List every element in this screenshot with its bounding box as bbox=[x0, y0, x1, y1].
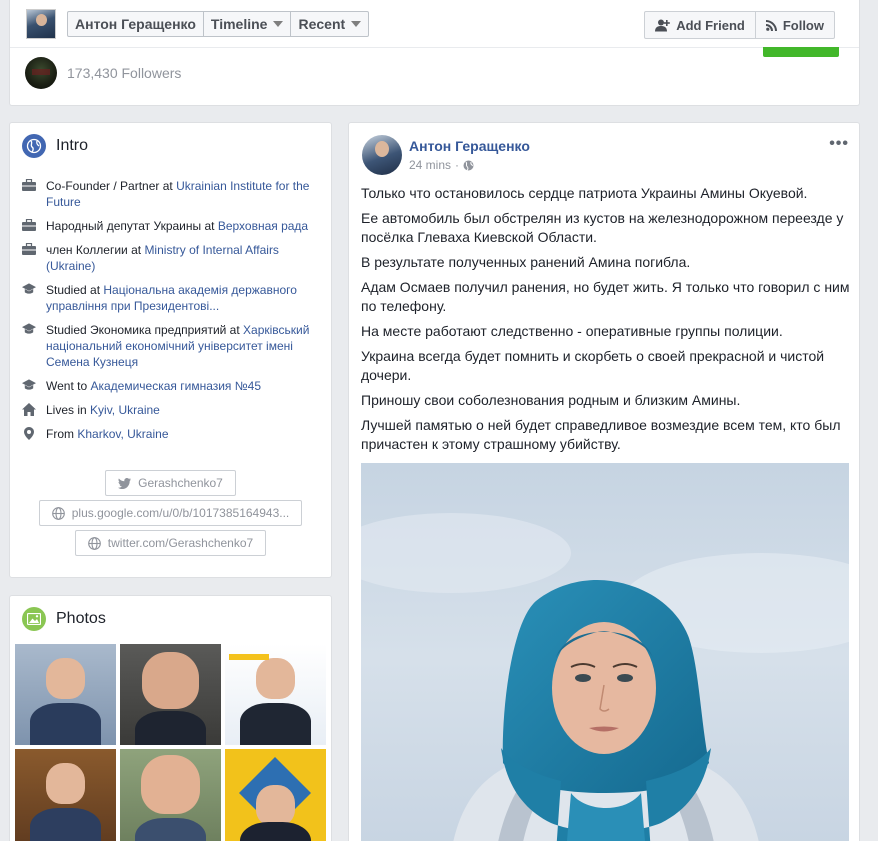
post-author-avatar[interactable] bbox=[362, 135, 402, 175]
post-body: Только что остановилось сердце патриота … bbox=[361, 184, 851, 460]
post-options-menu[interactable]: ••• bbox=[829, 135, 849, 153]
profile-mini-avatar[interactable] bbox=[26, 9, 56, 39]
intro-item-link[interactable]: Академическая гимназия №45 bbox=[90, 379, 261, 393]
follower-avatar[interactable] bbox=[25, 57, 57, 89]
intro-item-prefix: Went to bbox=[46, 379, 91, 393]
photos-card: Photos bbox=[9, 595, 332, 841]
photo-thumbnail[interactable] bbox=[120, 749, 221, 841]
intro-item-link[interactable]: Верховная рада bbox=[218, 219, 308, 233]
timeline-label: Timeline bbox=[210, 16, 268, 32]
intro-item-education: Studied at Національна академія державно… bbox=[22, 282, 312, 314]
post-paragraph: Ее автомобиль был обстрелян из кустов на… bbox=[361, 210, 844, 245]
intro-header: Intro bbox=[22, 134, 88, 158]
intro-item-prefix: Co-Founder / Partner at bbox=[46, 179, 177, 193]
twitter-handle-row: Gerashchenko7 bbox=[10, 470, 331, 496]
intro-item-link[interactable]: Kharkov, Ukraine bbox=[77, 427, 168, 441]
intro-title: Intro bbox=[56, 137, 89, 154]
recent-dropdown[interactable]: Recent bbox=[291, 12, 368, 36]
recent-label: Recent bbox=[298, 16, 346, 32]
followers-row: 173,430 Followers bbox=[25, 57, 181, 89]
photos-header: Photos bbox=[22, 607, 106, 631]
add-friend-label: Add Friend bbox=[676, 17, 745, 33]
intro-item-prefix: член Коллегии at bbox=[46, 243, 145, 257]
photo-thumbnail[interactable] bbox=[225, 749, 326, 841]
post-author-name[interactable]: Антон Геращенко bbox=[409, 138, 530, 154]
timeline-dropdown[interactable]: Timeline bbox=[204, 12, 292, 36]
intro-item-prefix: Lives in bbox=[46, 403, 91, 417]
twitter-handle-link[interactable]: Gerashchenko7 bbox=[105, 470, 236, 496]
intro-item-education: Went to Академическая гимназия №45 bbox=[22, 378, 312, 394]
intro-item-link[interactable]: Kyiv, Ukraine bbox=[90, 403, 160, 417]
intro-item-prefix: Народный депутат Украины at bbox=[46, 219, 218, 233]
photos-title[interactable]: Photos bbox=[56, 610, 106, 628]
post-paragraph: В результате полученных ранений Амина по… bbox=[361, 254, 691, 270]
post-paragraph: Лучшей памятью о ней будет справедливое … bbox=[361, 417, 841, 452]
globe-icon bbox=[22, 134, 46, 158]
twitter-url-text: twitter.com/Gerashchenko7 bbox=[107, 536, 254, 550]
globe-icon bbox=[87, 536, 101, 550]
message-button[interactable] bbox=[763, 47, 839, 57]
twitter-handle-text: Gerashchenko7 bbox=[138, 476, 223, 490]
graduation-cap-icon bbox=[22, 379, 36, 394]
profile-name-link[interactable]: Антон Геращенко bbox=[68, 12, 204, 36]
google-url-text: plus.google.com/u/0/b/1017385164943... bbox=[71, 506, 290, 520]
intro-item-work: Co-Founder / Partner at Ukrainian Instit… bbox=[22, 178, 312, 210]
post-paragraph: Только что остановилось сердце патриота … bbox=[361, 185, 808, 201]
followers-count[interactable]: 173,430 Followers bbox=[67, 65, 181, 81]
post-paragraph: На месте работают следственно - оператив… bbox=[361, 323, 783, 339]
woman-portrait-illustration bbox=[361, 463, 849, 841]
timeline-nav-bar: Антон Геращенко Timeline Recent Add Frie… bbox=[10, 0, 859, 57]
chevron-down-icon bbox=[351, 21, 362, 27]
briefcase-icon bbox=[22, 243, 36, 274]
briefcase-icon bbox=[22, 219, 36, 234]
chevron-down-icon bbox=[273, 21, 284, 27]
profile-header: Антон Геращенко Timeline Recent Add Frie… bbox=[9, 0, 860, 106]
post-timestamp[interactable]: 24 mins bbox=[409, 158, 451, 172]
photo-thumbnail[interactable] bbox=[120, 644, 221, 745]
post-card: Антон Геращенко 24 mins · ••• Только что… bbox=[348, 122, 860, 841]
intro-item-work: Народный депутат Украины at Верховная ра… bbox=[22, 218, 312, 234]
profile-name: Антон Геращенко bbox=[75, 16, 196, 32]
photo-icon bbox=[22, 607, 46, 631]
ucmc-banner bbox=[229, 654, 269, 660]
location-pin-icon bbox=[22, 427, 36, 442]
post-meta: 24 mins · bbox=[409, 158, 474, 172]
follow-label: Follow bbox=[782, 17, 824, 33]
post-photo[interactable] bbox=[361, 463, 849, 841]
add-friend-button[interactable]: Add Friend bbox=[645, 12, 756, 38]
photo-thumbnail[interactable] bbox=[225, 644, 326, 745]
google-plus-link[interactable]: plus.google.com/u/0/b/1017385164943... bbox=[38, 500, 303, 526]
post-paragraph: Украина всегда будет помнить и скорбеть … bbox=[361, 348, 825, 383]
intro-item-work: член Коллегии at Ministry of Internal Af… bbox=[22, 242, 312, 274]
public-globe-icon[interactable] bbox=[463, 160, 474, 171]
post-paragraph: Адам Осмаев получил ранения, но будет жи… bbox=[361, 279, 850, 314]
google-link-row: plus.google.com/u/0/b/1017385164943... bbox=[10, 500, 331, 526]
intro-card: Intro Co-Founder / Partner at Ukrainian … bbox=[9, 122, 332, 578]
globe-icon bbox=[51, 506, 65, 520]
intro-list: Co-Founder / Partner at Ukrainian Instit… bbox=[22, 178, 312, 450]
graduation-cap-icon bbox=[22, 323, 36, 370]
graduation-cap-icon bbox=[22, 283, 36, 314]
photo-thumbnail[interactable] bbox=[15, 749, 116, 841]
rss-icon bbox=[765, 19, 777, 31]
meta-separator: · bbox=[455, 158, 460, 172]
intro-item-prefix: Studied Экономика предприятий at bbox=[46, 323, 244, 337]
intro-item-lives: Lives in Kyiv, Ukraine bbox=[22, 402, 312, 418]
add-friend-icon bbox=[655, 19, 671, 31]
twitter-url-link[interactable]: twitter.com/Gerashchenko7 bbox=[74, 530, 267, 556]
home-icon bbox=[22, 403, 36, 418]
profile-actions: Add Friend Follow bbox=[644, 11, 835, 39]
intro-item-from: From Kharkov, Ukraine bbox=[22, 426, 312, 442]
twitter-link-row: twitter.com/Gerashchenko7 bbox=[10, 530, 331, 556]
twitter-icon bbox=[118, 477, 132, 489]
intro-item-prefix: From bbox=[46, 427, 78, 441]
post-paragraph: Приношу свои соболезнования родным и бли… bbox=[361, 392, 741, 408]
intro-item-prefix: Studied at bbox=[46, 283, 104, 297]
briefcase-icon bbox=[22, 179, 36, 210]
intro-item-education: Studied Экономика предприятий at Харківс… bbox=[22, 322, 312, 370]
follow-button[interactable]: Follow bbox=[756, 12, 834, 38]
timeline-nav: Антон Геращенко Timeline Recent bbox=[67, 11, 370, 37]
photo-thumbnail[interactable] bbox=[15, 644, 116, 745]
photo-grid bbox=[15, 644, 326, 841]
